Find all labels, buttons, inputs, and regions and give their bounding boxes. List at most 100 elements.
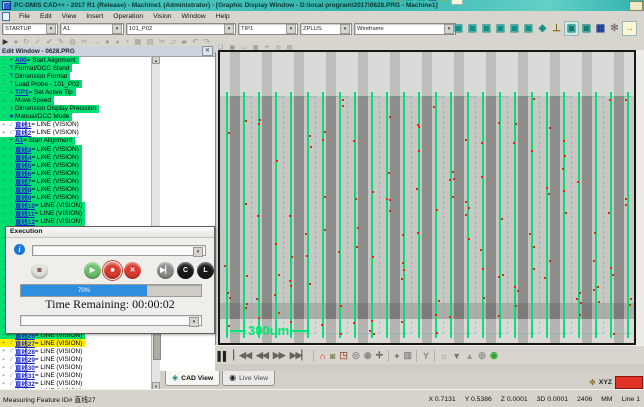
- axis-combo[interactable]: A1▾: [60, 23, 124, 35]
- lens-down-button[interactable]: ▼: [452, 351, 460, 361]
- probe-small-icon[interactable]: ◔: [125, 37, 130, 46]
- window-controls[interactable]: [629, 1, 643, 11]
- tree-item-直线9[interactable]: +∕直线9 = LINE (VISION): [0, 194, 82, 202]
- tree-item-直线31[interactable]: +∕直线31 = LINE (VISION): [0, 372, 85, 380]
- tab-live-view[interactable]: ◉Live View: [222, 371, 275, 386]
- tree-item-直线2[interactable]: +∕直线2 = LINE (VISION): [0, 129, 82, 137]
- target-button[interactable]: ◎: [352, 350, 359, 361]
- stop-exec-icon[interactable]: ●: [14, 37, 19, 46]
- lens-up-button[interactable]: ▲: [465, 351, 473, 361]
- tree-item-直线28[interactable]: +∕直线28 = LINE (VISION): [0, 347, 85, 355]
- close-icon[interactable]: ✕: [202, 46, 213, 56]
- menu-window[interactable]: Window: [177, 13, 211, 20]
- view-cube-b-icon[interactable]: ▣: [580, 22, 593, 35]
- image-button[interactable]: ▥: [403, 350, 411, 361]
- next-view-arrow-icon[interactable]: →: [622, 21, 637, 36]
- chevron-down-icon[interactable]: ▾: [189, 317, 199, 327]
- scroll-up-icon[interactable]: ▲: [152, 56, 160, 64]
- execution-dialog-title[interactable]: Execution: [6, 227, 214, 238]
- tree-item-直线4[interactable]: +∕直线4 = LINE (VISION): [0, 153, 82, 161]
- tree-item-直线32[interactable]: +∕直线32 = LINE (VISION): [0, 380, 85, 388]
- cad-cube-icon[interactable]: ▣: [405, 0, 414, 4]
- forward-arrow-icon[interactable]: →: [451, 0, 463, 5]
- view-left-icon[interactable]: ▣: [480, 22, 493, 35]
- tree-item-直线29[interactable]: +∕直线29 = LINE (VISION): [0, 355, 85, 363]
- cad-cube2-icon[interactable]: ▣: [416, 0, 425, 4]
- tree-item-直线7[interactable]: +∕直线7 = LINE (VISION): [0, 177, 82, 185]
- execute-icon[interactable]: ▶: [3, 37, 9, 46]
- window-frame2-icon[interactable]: ▤: [147, 37, 154, 46]
- tree-item-直线5[interactable]: +∕直线5 = LINE (VISION): [0, 161, 82, 169]
- probe-position-icon[interactable]: ⊥: [550, 22, 563, 35]
- tree-item-直线10[interactable]: +∕直线10 = LINE (VISION): [0, 202, 85, 210]
- view-cube-a-icon[interactable]: ▣: [564, 21, 579, 36]
- menu-help[interactable]: Help: [211, 13, 235, 20]
- snapshot-button[interactable]: ◙: [330, 351, 334, 361]
- view-front-icon[interactable]: ▣: [452, 22, 465, 35]
- eraser-icon[interactable]: ◪: [393, 0, 402, 4]
- chevron-down-icon[interactable]: ▾: [286, 24, 296, 34]
- tip-combo[interactable]: TIP1▾: [238, 23, 298, 35]
- tree-item-直线3[interactable]: +∕直线3 = LINE (VISION): [0, 145, 82, 153]
- sphere2-icon[interactable]: ●: [105, 37, 110, 46]
- magnifier-button[interactable]: ◉: [364, 350, 371, 361]
- paste-special-icon[interactable]: ▰: [181, 37, 187, 46]
- menu-view[interactable]: View: [57, 13, 82, 20]
- goto-icon[interactable]: →: [92, 37, 100, 46]
- view-top-icon[interactable]: ▣: [508, 22, 521, 35]
- magnet-button[interactable]: ∩: [319, 351, 325, 361]
- check-icon[interactable]: ✓: [35, 37, 41, 46]
- workplane-combo[interactable]: ZPLUS▾: [300, 23, 352, 35]
- step-forward-button[interactable]: ▶▶: [273, 350, 285, 361]
- menu-edit[interactable]: Edit: [35, 13, 57, 20]
- tree-item[interactable]: +¶Format/DCC Stand: [0, 64, 72, 72]
- tree-scrollbar[interactable]: ▲ ▼: [151, 56, 160, 390]
- paste-icon[interactable]: ▱: [170, 37, 176, 46]
- view-iso-icon[interactable]: ◈: [536, 22, 549, 35]
- view-back-icon[interactable]: ▣: [466, 22, 479, 35]
- tree-item-直线8[interactable]: +∕直线8 = LINE (VISION): [0, 186, 82, 194]
- machine-commands-button[interactable]: ◙: [31, 262, 48, 279]
- window-frame-icon[interactable]: ▦: [134, 37, 141, 46]
- step-last-button[interactable]: ▶▶▏: [290, 350, 308, 361]
- menu-file[interactable]: File: [14, 13, 35, 20]
- cut-feature-icon[interactable]: ✂: [81, 37, 87, 46]
- zoom-probe-icon[interactable]: ◕: [115, 37, 120, 46]
- pause-button[interactable]: ▌▌: [218, 351, 229, 361]
- tree-item[interactable]: +»Move Speed: [0, 96, 54, 104]
- folder-icon[interactable]: ▤: [439, 0, 448, 4]
- aperture-button[interactable]: ◍: [478, 350, 485, 361]
- tree-item-直线30[interactable]: +∕直线30 = LINE (VISION): [0, 364, 85, 372]
- tree-item-TIP1[interactable]: +⊥TIP1 = Set Active Tip: [0, 88, 76, 96]
- autofocus-button[interactable]: ◉: [490, 350, 497, 361]
- tree-item[interactable]: +¶Dimension Format: [0, 72, 70, 80]
- scissors-icon[interactable]: ✂: [159, 37, 165, 46]
- probe-file-combo[interactable]: 101_P02▾: [126, 23, 236, 35]
- tab-cad-view[interactable]: ◈CAD View: [165, 371, 220, 386]
- chevron-down-icon[interactable]: ▾: [224, 24, 234, 34]
- tree-item[interactable]: +±Dimension Display Precision: [0, 105, 99, 113]
- continue-button[interactable]: ▶: [84, 262, 101, 279]
- menu-insert[interactable]: Insert: [81, 13, 108, 20]
- filter-button[interactable]: Y: [423, 351, 428, 361]
- crosshair-button[interactable]: ✛: [376, 350, 383, 361]
- probe-error-combo[interactable]: ▾: [32, 245, 206, 256]
- chevron-down-icon[interactable]: ▾: [340, 24, 350, 34]
- comment-continue-button[interactable]: C: [177, 262, 194, 279]
- step-first-button[interactable]: ▏◀◀: [233, 350, 251, 361]
- chevron-down-icon[interactable]: ▾: [46, 24, 56, 34]
- loop-continue-button[interactable]: L: [197, 262, 214, 279]
- redo-icon[interactable]: ↷: [204, 37, 210, 46]
- tree-item-直线12[interactable]: +∕直线12 = LINE (VISION): [0, 218, 85, 226]
- graphic-grid-icon[interactable]: ▦: [594, 22, 607, 35]
- edit-check-icon[interactable]: ✎: [58, 37, 64, 46]
- double-check-icon[interactable]: ✔: [46, 37, 52, 46]
- tree-item-A00[interactable]: +⌖A00 = Start Alignment: [0, 56, 79, 64]
- step-back-button[interactable]: ◀◀: [256, 350, 268, 361]
- tree-item-直线1[interactable]: +∕直线1 = LINE (VISION): [0, 121, 82, 129]
- chevron-down-icon[interactable]: ▾: [112, 24, 122, 34]
- camera-view[interactable]: 300um: [218, 50, 636, 345]
- horizontal-scroll-strip[interactable]: [215, 364, 644, 371]
- tree-item[interactable]: +✱Manual/DCC Mode: [0, 113, 72, 121]
- menu-vision[interactable]: Vision: [148, 13, 176, 20]
